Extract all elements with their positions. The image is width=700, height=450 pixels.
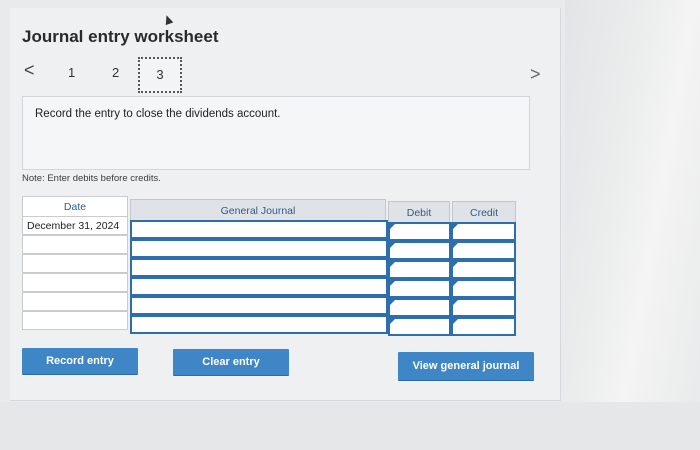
credit-input[interactable]: [451, 222, 516, 241]
cell-marker-icon: [390, 224, 395, 229]
record-entry-button[interactable]: Record entry: [22, 348, 138, 374]
debit-input[interactable]: [388, 260, 451, 279]
page-link-3-current[interactable]: 3: [138, 57, 182, 93]
cell-marker-icon: [390, 281, 395, 286]
cell-marker-icon: [390, 262, 395, 267]
chevron-right-icon[interactable]: >: [530, 64, 541, 85]
debit-input[interactable]: [388, 298, 451, 317]
account-input[interactable]: [130, 296, 388, 315]
journal-table: Date General Journal Debit Credit Decemb…: [22, 196, 518, 340]
instruction-box: Record the entry to close the dividends …: [22, 96, 530, 170]
debit-input[interactable]: [388, 279, 451, 298]
date-cell: [22, 292, 128, 311]
date-cell: [22, 235, 128, 254]
cell-marker-icon: [453, 224, 458, 229]
date-cell: [22, 311, 128, 330]
account-input[interactable]: [130, 277, 388, 296]
debit-input[interactable]: [388, 317, 451, 336]
cell-marker-icon: [453, 281, 458, 286]
header-date: Date: [22, 196, 128, 216]
header-credit: Credit: [452, 201, 516, 223]
cell-marker-icon: [390, 243, 395, 248]
account-input[interactable]: [130, 220, 388, 239]
date-cell: [22, 254, 128, 273]
view-general-journal-button[interactable]: View general journal: [398, 352, 534, 380]
credit-input[interactable]: [451, 241, 516, 260]
header-general-journal: General Journal: [130, 199, 386, 221]
debit-input[interactable]: [388, 222, 451, 241]
credit-input[interactable]: [451, 260, 516, 279]
page-title: Journal entry worksheet: [22, 27, 219, 46]
cell-marker-icon: [453, 243, 458, 248]
credit-input[interactable]: [451, 298, 516, 317]
date-cell: December 31, 2024: [22, 216, 128, 235]
page-link-2[interactable]: 2: [112, 65, 119, 80]
account-input[interactable]: [130, 258, 388, 277]
chevron-left-icon[interactable]: <: [24, 60, 35, 81]
cell-marker-icon: [390, 300, 395, 305]
credit-input[interactable]: [451, 279, 516, 298]
cell-marker-icon: [453, 300, 458, 305]
header-debit: Debit: [388, 201, 450, 223]
cell-marker-icon: [390, 319, 395, 324]
clear-entry-button[interactable]: Clear entry: [173, 349, 289, 375]
note-text: Note: Enter debits before credits.: [22, 173, 161, 184]
account-input[interactable]: [130, 315, 388, 334]
page-link-1[interactable]: 1: [68, 65, 75, 80]
account-input[interactable]: [130, 239, 388, 258]
bottom-area: [0, 402, 700, 450]
credit-input[interactable]: [451, 317, 516, 336]
date-cell: [22, 273, 128, 292]
cell-marker-icon: [453, 262, 458, 267]
background-glare: [565, 0, 700, 450]
cell-marker-icon: [453, 319, 458, 324]
instruction-text: Record the entry to close the dividends …: [35, 108, 281, 120]
debit-input[interactable]: [388, 241, 451, 260]
